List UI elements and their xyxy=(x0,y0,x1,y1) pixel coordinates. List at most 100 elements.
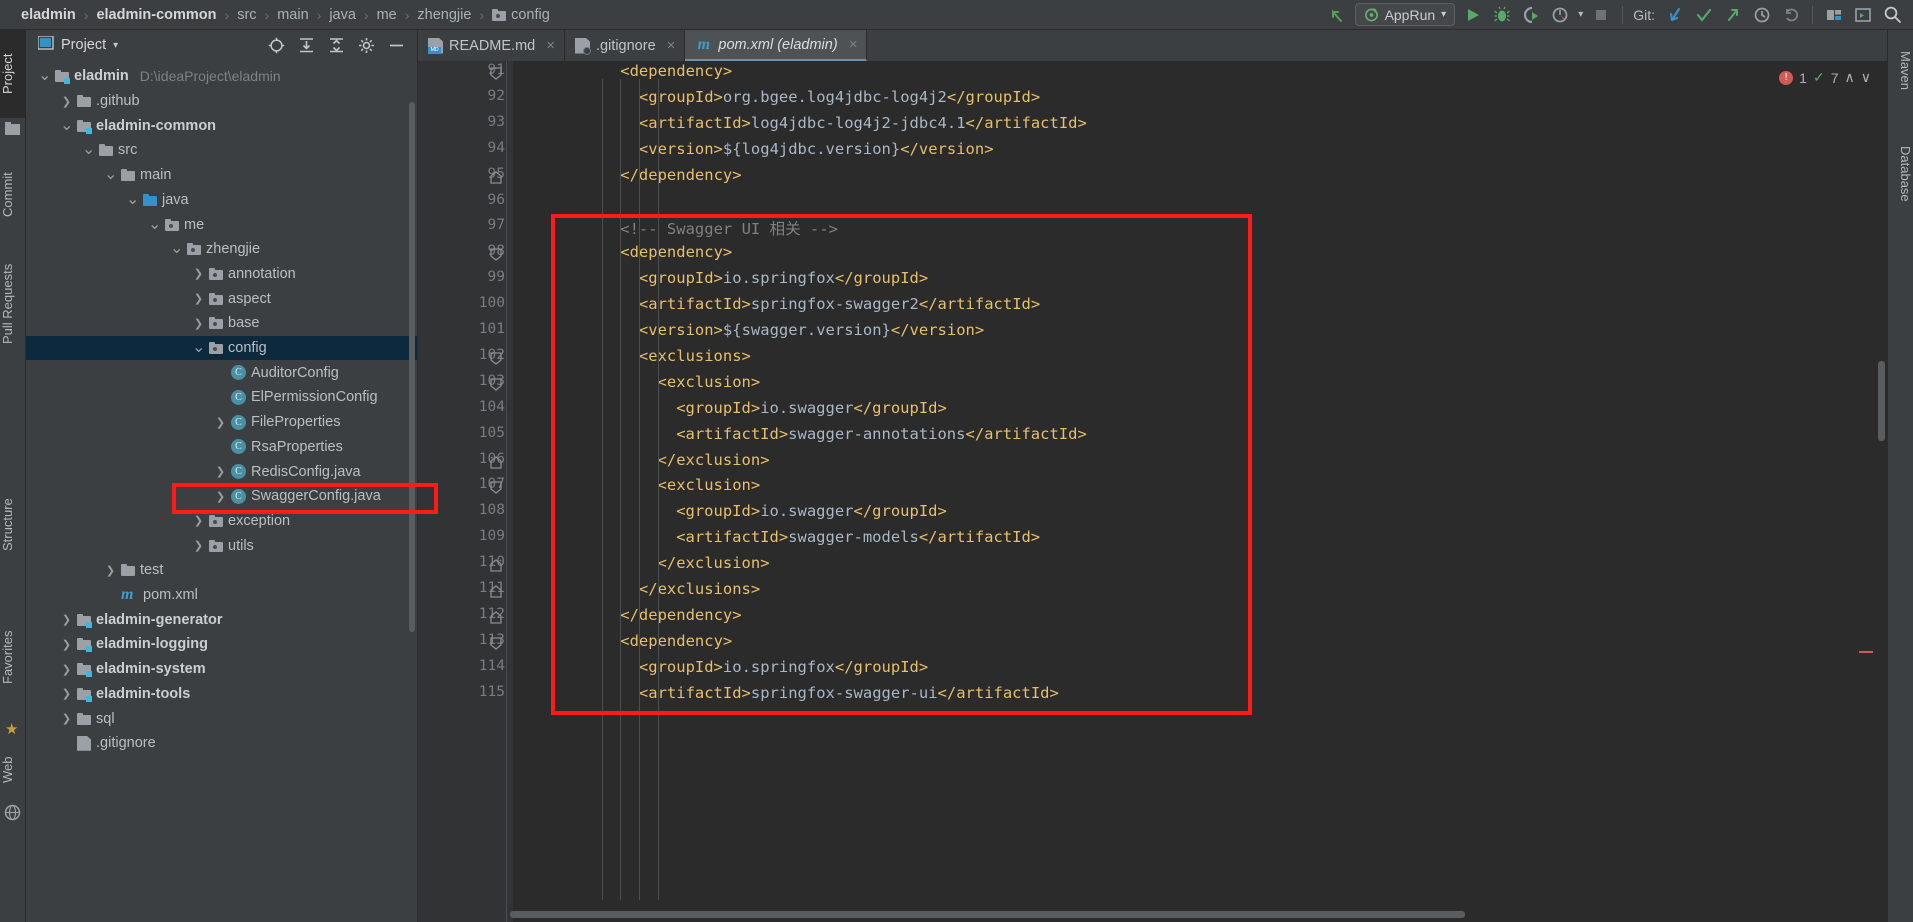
fold-expand-icon[interactable] xyxy=(490,67,503,80)
tree-item-eladmin[interactable]: ⌄ eladmin D:\ideaProject\eladmin xyxy=(26,64,417,89)
chevron-right-icon[interactable]: ❯ xyxy=(192,267,205,280)
chevron-right-icon[interactable]: ❯ xyxy=(214,465,227,478)
editor-gutter[interactable]: 91 92 93 94 95 96 97 98 99 100 101 102 103 104 105 106 1… xyxy=(418,61,513,922)
tree-item-base[interactable]: ❯ base xyxy=(26,311,417,336)
editor-tab-readme-md[interactable]: MD README.md × xyxy=(418,30,565,61)
chevron-right-icon[interactable]: ❯ xyxy=(192,317,205,330)
tree-item--github[interactable]: ❯ .github xyxy=(26,89,417,114)
chevron-down-icon[interactable]: ▾ xyxy=(1441,9,1446,20)
close-icon[interactable]: × xyxy=(849,36,858,53)
arrow-up-left-icon[interactable] xyxy=(1326,4,1348,26)
tree-item-sql[interactable]: ❯ sql xyxy=(26,706,417,731)
tree-item-eladmin-logging[interactable]: ❯ eladmin-logging xyxy=(26,632,417,657)
chevron-right-icon[interactable]: ❯ xyxy=(192,292,205,305)
fold-expand-icon[interactable] xyxy=(490,248,503,262)
git-commit-icon[interactable] xyxy=(1693,4,1715,26)
tree-item-elpermissionconfig[interactable]: ❯CElPermissionConfig xyxy=(26,385,417,410)
hide-window-icon[interactable] xyxy=(388,37,405,54)
chevron-right-icon[interactable]: ❯ xyxy=(192,514,205,527)
chevron-right-icon[interactable]: ❯ xyxy=(60,712,73,725)
project-tree[interactable]: ⌄ eladmin D:\ideaProject\eladmin ❯ .github ⌄ e… xyxy=(26,60,417,922)
chevron-down-icon[interactable]: ⌄ xyxy=(170,241,183,257)
git-push-icon[interactable] xyxy=(1722,4,1744,26)
editor-horizontal-scrollbar[interactable] xyxy=(510,911,1465,918)
stop-icon[interactable] xyxy=(1590,4,1612,26)
run-with-coverage-icon[interactable] xyxy=(1520,4,1542,26)
tree-item-fileproperties[interactable]: ❯ C FileProperties xyxy=(26,410,417,435)
chevron-right-icon[interactable]: ❯ xyxy=(60,95,73,108)
chevron-right-icon[interactable]: ❯ xyxy=(214,416,227,429)
editor-tab-pom-xml--eladmin-[interactable]: m pom.xml (eladmin) × xyxy=(685,30,868,61)
tree-item-pom-xml[interactable]: ❯mpom.xml xyxy=(26,583,417,608)
git-update-project-icon[interactable] xyxy=(1664,4,1686,26)
tree-item-utils[interactable]: ❯ utils xyxy=(26,533,417,558)
tree-item-zhengjie[interactable]: ⌄ zhengjie xyxy=(26,237,417,262)
chevron-right-icon[interactable]: ❯ xyxy=(60,663,73,676)
fold-expand-icon[interactable] xyxy=(490,481,503,495)
chevron-down-icon[interactable]: ⌄ xyxy=(104,167,117,183)
fold-expand-icon[interactable] xyxy=(490,378,503,391)
tree-item-main[interactable]: ⌄ main xyxy=(26,163,417,188)
sidebar-item-commit[interactable]: Commit xyxy=(0,152,26,238)
fold-expand-icon[interactable] xyxy=(490,637,503,650)
chevron-down-icon[interactable]: ⌄ xyxy=(192,340,205,356)
fold-collapse-icon[interactable] xyxy=(490,585,503,598)
select-opened-file-icon[interactable] xyxy=(268,37,285,54)
tree-item-rsaproperties[interactable]: ❯CRsaProperties xyxy=(26,435,417,460)
tree-item-java[interactable]: ⌄ java xyxy=(26,188,417,213)
fold-collapse-icon[interactable] xyxy=(490,559,503,572)
breadcrumb-item-main[interactable]: main xyxy=(270,7,315,23)
search-everywhere-icon[interactable] xyxy=(1881,4,1903,26)
chevron-right-icon[interactable]: ❯ xyxy=(192,539,205,552)
chevron-down-icon[interactable]: ⌄ xyxy=(38,68,51,84)
tree-item-annotation[interactable]: ❯ annotation xyxy=(26,262,417,287)
breadcrumb-item-me[interactable]: me xyxy=(370,7,404,23)
close-icon[interactable]: × xyxy=(667,37,676,54)
tree-item-eladmin-system[interactable]: ❯ eladmin-system xyxy=(26,657,417,682)
fold-collapse-icon[interactable] xyxy=(490,611,503,624)
run-icon[interactable] xyxy=(1462,4,1484,26)
sidebar-item-maven[interactable]: Maven xyxy=(1887,36,1913,106)
inspection-widget[interactable]: ! 1 ✓ 7 ∧ ∨ xyxy=(1779,69,1871,86)
chevron-right-icon[interactable]: ❯ xyxy=(60,687,73,700)
sidebar-item-database[interactable]: Database xyxy=(1887,126,1913,222)
tree-item-test[interactable]: ❯ test xyxy=(26,558,417,583)
collapse-all-icon[interactable] xyxy=(328,37,345,54)
breadcrumb-item-config[interactable]: config xyxy=(485,7,557,23)
editor-code-text[interactable]: <dependency> <groupId>org.bgee.log4jdbc-l… xyxy=(513,61,1887,922)
editor-code-area[interactable]: 91 92 93 94 95 96 97 98 99 100 101 102 103 104 105 106 1… xyxy=(418,61,1887,922)
chevron-right-icon[interactable]: ❯ xyxy=(60,613,73,626)
expand-all-icon[interactable] xyxy=(298,37,315,54)
close-icon[interactable]: × xyxy=(546,37,555,54)
settings-gear-icon[interactable] xyxy=(358,37,375,54)
chevron-right-icon[interactable]: ❯ xyxy=(60,638,73,651)
chevron-down-icon[interactable]: ⌄ xyxy=(126,191,139,207)
editor-tab--gitignore[interactable]: .gitignore × xyxy=(565,30,686,61)
next-problem-icon[interactable]: ∨ xyxy=(1861,69,1871,86)
tree-item-swaggerconfig-java[interactable]: ❯ C SwaggerConfig.java xyxy=(26,484,417,509)
fold-collapse-icon[interactable] xyxy=(490,170,503,184)
tree-item-eladmin-generator[interactable]: ❯ eladmin-generator xyxy=(26,607,417,632)
breadcrumb-item-src[interactable]: src xyxy=(230,7,263,23)
fold-collapse-icon[interactable] xyxy=(490,455,503,469)
tree-item--gitignore[interactable]: ❯.gitignore xyxy=(26,731,417,756)
chevron-down-icon[interactable]: ⌄ xyxy=(148,216,161,232)
tree-item-auditorconfig[interactable]: ❯CAuditorConfig xyxy=(26,360,417,385)
chevron-down-icon[interactable]: ⌄ xyxy=(60,117,73,133)
tree-item-src[interactable]: ⌄ src xyxy=(26,138,417,163)
breadcrumb-item-eladmin-common[interactable]: eladmin-common xyxy=(89,7,223,23)
fold-expand-icon[interactable] xyxy=(490,352,503,365)
chevron-down-icon[interactable]: ⌄ xyxy=(82,142,95,158)
sidebar-item-project[interactable]: Project xyxy=(0,30,26,118)
chevron-right-icon[interactable]: ❯ xyxy=(104,564,117,577)
tree-item-aspect[interactable]: ❯ aspect xyxy=(26,286,417,311)
history-icon[interactable] xyxy=(1751,4,1773,26)
tree-item-eladmin-common[interactable]: ⌄ eladmin-common xyxy=(26,113,417,138)
breadcrumb-item-java[interactable]: java xyxy=(322,7,363,23)
chevron-down-icon[interactable]: ▾ xyxy=(113,40,118,51)
tree-item-exception[interactable]: ❯ exception xyxy=(26,509,417,534)
profiler-chevron-down-icon[interactable]: ▾ xyxy=(1578,9,1583,20)
chevron-right-icon[interactable]: ❯ xyxy=(214,490,227,503)
tree-item-me[interactable]: ⌄ me xyxy=(26,212,417,237)
sidebar-item-pull-requests[interactable]: Pull Requests xyxy=(0,238,26,370)
